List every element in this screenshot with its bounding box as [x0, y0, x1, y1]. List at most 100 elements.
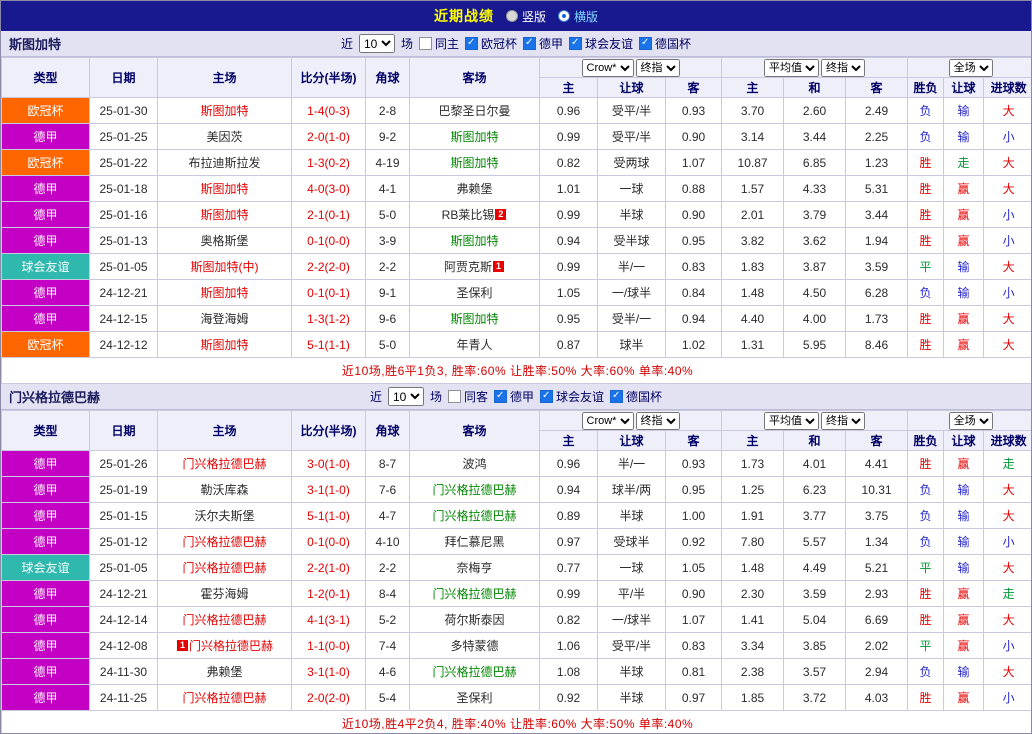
view-option-vertical[interactable]: 竖版: [505, 8, 546, 25]
avg-home-cell: 1.57: [721, 175, 785, 202]
competition-cell: 德甲: [1, 658, 90, 685]
date-cell: 25-01-13: [89, 227, 158, 254]
team-link[interactable]: 门兴格拉德巴赫: [182, 561, 266, 575]
handicap-result-cell: 输: [943, 658, 985, 685]
odds-type-select[interactable]: 终指: [635, 58, 680, 77]
result-cell: 胜: [907, 149, 945, 176]
team-link[interactable]: 斯图加特: [200, 208, 248, 222]
competition-filter-checkbox[interactable]: 德甲: [494, 388, 534, 405]
competition-filter-checkbox[interactable]: 德国杯: [639, 35, 691, 52]
home-team-cell: 斯图加特: [157, 175, 292, 202]
handicap-result-cell: 输: [943, 279, 985, 306]
corners-cell: 3-9: [365, 227, 410, 254]
odds-away-cell: 1.07: [664, 606, 723, 633]
scope-select[interactable]: 全场: [948, 411, 993, 430]
team-link[interactable]: 门兴格拉德巴赫: [432, 483, 516, 497]
team-link[interactable]: 门兴格拉德巴赫: [432, 587, 516, 601]
team-link[interactable]: 门兴格拉德巴赫: [182, 457, 266, 471]
team-link[interactable]: 门兴格拉德巴赫: [432, 665, 516, 679]
team-link[interactable]: 门兴格拉德巴赫: [182, 691, 266, 705]
team-link[interactable]: 勒沃库森: [200, 483, 248, 497]
team-link[interactable]: 斯图加特: [450, 156, 498, 170]
same-venue-checkbox[interactable]: 同主: [418, 35, 459, 52]
team-link[interactable]: 奈梅亨: [456, 561, 492, 575]
goals-result-cell: 走: [983, 450, 1031, 477]
team-link[interactable]: 斯图加特: [450, 234, 498, 248]
team-link[interactable]: 巴黎圣日尔曼: [438, 104, 510, 118]
competition-filter-checkbox[interactable]: 球会友谊: [569, 35, 633, 52]
team-link[interactable]: 多特蒙德: [450, 639, 498, 653]
match-row: 欧冠杯 24-12-12 斯图加特 5-1(1-1) 5-0 年青人 0.87 球半 1.02 1…: [1, 331, 1031, 358]
corners-cell: 4-1: [365, 175, 410, 202]
average-select[interactable]: 平均值: [764, 411, 820, 430]
odds-home-cell: 0.89: [539, 502, 598, 529]
score-cell: 1-3(0-2): [291, 149, 366, 176]
match-row: 球会友谊 25-01-05 斯图加特(中) 2-2(2-0) 2-2 阿贾克斯 1 0.99 半…: [1, 253, 1031, 280]
competition-filter-checkbox[interactable]: 欧冠杯: [464, 35, 517, 52]
result-cell: 胜: [907, 305, 945, 332]
avg-away-cell: 8.46: [845, 331, 909, 358]
result-cell: 平: [907, 632, 945, 659]
subheader-result: 胜负: [907, 77, 945, 98]
same-venue-checkbox[interactable]: 同客: [447, 388, 488, 405]
team-link[interactable]: 拜仁慕尼黑: [444, 535, 504, 549]
odds-type-select[interactable]: 终指: [635, 411, 680, 430]
date-cell: 24-11-25: [89, 684, 158, 711]
result-cell: 负: [907, 279, 945, 306]
avg-away-cell: 1.34: [845, 528, 909, 555]
handicap-cell: 半/一: [597, 450, 666, 477]
team-link[interactable]: 霍芬海姆: [200, 587, 248, 601]
team-link[interactable]: 圣保利: [456, 286, 492, 300]
scope-header-group: 全场: [907, 410, 1031, 431]
team-link[interactable]: 布拉迪斯拉发: [188, 156, 260, 170]
avg-draw-cell: 3.87: [783, 253, 847, 280]
competition-filter-checkbox[interactable]: 球会友谊: [540, 388, 604, 405]
bookmaker-select[interactable]: Crow*: [581, 58, 634, 77]
subheader-goals: 进球数: [983, 430, 1031, 451]
team-link[interactable]: 斯图加特: [450, 312, 498, 326]
team-link[interactable]: 斯图加特: [450, 130, 498, 144]
team-link[interactable]: 斯图加特: [200, 182, 248, 196]
avg-home-cell: 3.34: [721, 632, 785, 659]
team-link[interactable]: 弗赖堡: [206, 665, 242, 679]
header-corners: 角球: [365, 410, 410, 451]
avg-odds-type-select[interactable]: 终指: [821, 411, 866, 430]
match-count-select[interactable]: 10: [358, 34, 395, 53]
avg-header-group: 平均值 终指: [721, 57, 909, 78]
average-select[interactable]: 平均值: [764, 58, 820, 77]
view-option-horizontal[interactable]: 横版: [558, 8, 598, 25]
team-link[interactable]: 荷尔斯泰因: [444, 613, 504, 627]
team-link[interactable]: 美因茨: [206, 130, 242, 144]
team-link[interactable]: 阿贾克斯: [444, 260, 492, 274]
score-cell: 4-1(3-1): [291, 606, 366, 633]
team-link[interactable]: 门兴格拉德巴赫: [182, 535, 266, 549]
subheader-handicap: 让球: [597, 430, 666, 451]
avg-odds-type-select[interactable]: 终指: [821, 58, 866, 77]
result-cell: 负: [907, 123, 945, 150]
team-link[interactable]: 沃尔夫斯堡: [194, 509, 254, 523]
bookmaker-select[interactable]: Crow*: [581, 411, 634, 430]
team-link[interactable]: 波鸿: [462, 457, 486, 471]
scope-select[interactable]: 全场: [948, 58, 993, 77]
team-link[interactable]: 圣保利: [456, 691, 492, 705]
away-team-cell: 奈梅亨: [409, 554, 540, 581]
goals-result-cell: 小: [983, 123, 1031, 150]
team-link[interactable]: 弗赖堡: [456, 182, 492, 196]
competition-filter-checkbox[interactable]: 德国杯: [610, 388, 662, 405]
date-cell: 24-12-15: [89, 305, 158, 332]
team-link[interactable]: 斯图加特: [200, 338, 248, 352]
team-link[interactable]: 年青人: [456, 338, 492, 352]
match-count-select[interactable]: 10: [387, 387, 424, 406]
team-link[interactable]: 门兴格拉德巴赫: [182, 613, 266, 627]
competition-cell: 欧冠杯: [1, 149, 90, 176]
team-link[interactable]: 门兴格拉德巴赫: [432, 509, 516, 523]
team-link[interactable]: 斯图加特: [200, 104, 248, 118]
team-link[interactable]: 奥格斯堡: [200, 234, 248, 248]
team-link[interactable]: 门兴格拉德巴赫: [189, 639, 273, 653]
team-link[interactable]: 斯图加特(中): [191, 260, 259, 274]
competition-filter-checkbox[interactable]: 德甲: [523, 35, 563, 52]
corners-cell: 5-0: [365, 331, 410, 358]
team-link[interactable]: 斯图加特: [200, 286, 248, 300]
team-link[interactable]: 海登海姆: [200, 312, 248, 326]
team-link[interactable]: RB莱比锡: [442, 208, 495, 222]
